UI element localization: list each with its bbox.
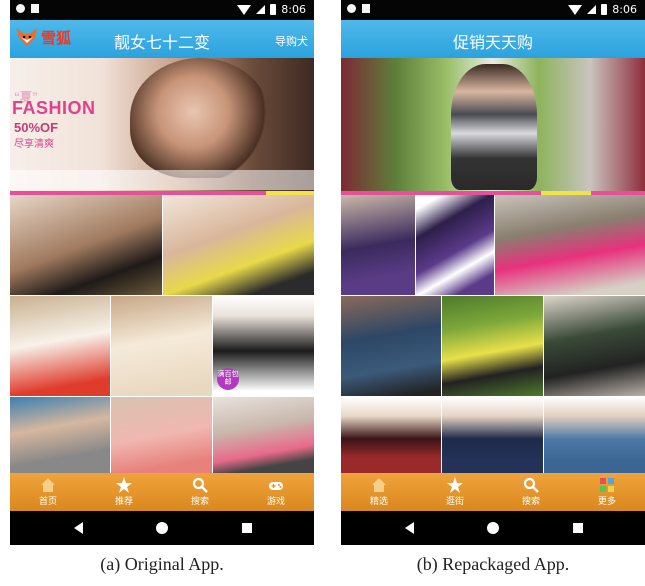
product-feed[interactable] (341, 58, 645, 473)
product-item[interactable] (111, 397, 212, 473)
product-item[interactable] (442, 296, 543, 396)
product-item[interactable] (544, 397, 645, 473)
clock: 8:06 (281, 3, 306, 16)
page-title: 靓女七十二变 (113, 35, 210, 52)
back-button[interactable] (74, 522, 83, 534)
product-item[interactable] (111, 296, 212, 396)
home-icon (41, 478, 55, 492)
clock: 8:06 (612, 3, 637, 16)
tab-label: 逛街 (445, 496, 464, 506)
product-item[interactable] (341, 397, 441, 473)
guide-link[interactable]: 导购犬 (275, 33, 308, 49)
wifi-icon (568, 4, 583, 15)
product-item[interactable] (341, 296, 441, 396)
star-icon (116, 477, 132, 493)
tab-label: 推荐 (114, 496, 133, 506)
home-icon (372, 478, 386, 492)
bottom-tab-bar: 精选 逛街 搜索 更多 (341, 473, 645, 511)
sd-card-icon (31, 4, 39, 13)
gamepad-icon (269, 482, 283, 490)
product-item[interactable] (442, 397, 543, 473)
promo-banner[interactable] (341, 58, 645, 192)
tab-label: 首页 (38, 496, 57, 506)
promo-banner[interactable]: “夏” FASHION 50%OF 尽享清爽 (10, 58, 314, 192)
product-item[interactable] (341, 195, 415, 295)
tab-more[interactable]: 更多 (569, 473, 645, 511)
tab-featured[interactable]: 精选 (341, 473, 417, 511)
bottom-tab-bar: 首页 推荐 搜索 游戏 (10, 473, 314, 511)
search-icon (523, 477, 539, 493)
tab-games[interactable]: 游戏 (238, 473, 314, 511)
app-bar: 雪狐 靓女七十二变 导购犬 (10, 20, 314, 58)
model-photo (451, 64, 537, 190)
battery-icon (270, 4, 277, 15)
home-button[interactable] (156, 522, 168, 534)
recent-apps-button[interactable] (573, 523, 583, 533)
tab-search[interactable]: 搜索 (162, 473, 238, 511)
product-item[interactable] (495, 195, 645, 295)
free-shipping-badge: 满百包邮 (217, 368, 239, 390)
tab-label: 搜索 (521, 496, 540, 506)
product-item[interactable] (163, 195, 314, 295)
tab-label: 精选 (369, 496, 388, 506)
product-item[interactable] (416, 195, 494, 295)
wifi-icon (237, 4, 252, 15)
notification-icon (347, 4, 356, 13)
caption-original: (a) Original App. (100, 554, 224, 574)
status-bar: 8:06 (341, 0, 645, 20)
tab-home[interactable]: 首页 (10, 473, 86, 511)
sd-card-icon (362, 4, 370, 13)
page-title: 促销天天购 (452, 35, 533, 52)
back-button[interactable] (405, 522, 414, 534)
tab-label: 搜索 (190, 496, 209, 506)
battery-icon (601, 4, 608, 15)
product-item[interactable] (10, 397, 110, 473)
tab-label: 游戏 (266, 496, 285, 506)
model-photo (130, 58, 270, 178)
caption-repackaged: (b) Repackaged App. (416, 554, 570, 574)
recent-apps-button[interactable] (242, 523, 252, 533)
system-nav-bar (10, 511, 314, 545)
banner-text-fashion: FASHION (12, 98, 96, 118)
product-item[interactable] (10, 296, 110, 396)
notification-icon (16, 4, 25, 13)
product-item[interactable] (10, 195, 162, 295)
tab-browse[interactable]: 逛街 (417, 473, 493, 511)
tab-label: 更多 (597, 496, 616, 506)
grid-icon (600, 478, 614, 492)
signal-icon (587, 5, 597, 14)
tab-recommend[interactable]: 推荐 (86, 473, 162, 511)
product-feed[interactable]: “夏” FASHION 50%OF 尽享清爽 满百包邮 (10, 58, 314, 473)
repackaged-app-screen: 8:06 促销天天购 精选 逛街 搜索 更多 (341, 0, 645, 545)
home-button[interactable] (487, 522, 499, 534)
banner-text-slogan: 尽享清爽 (14, 139, 54, 150)
star-icon (447, 477, 463, 493)
app-bar: 促销天天购 (341, 20, 645, 58)
banner-text-discount: 50%OF (14, 120, 59, 135)
product-item[interactable] (213, 397, 314, 473)
thumbnail-strip (10, 170, 314, 190)
status-bar: 8:06 (10, 0, 314, 20)
original-app-screen: 8:06 雪狐 靓女七十二变 导购犬 “夏” FASHION 50%OF 尽享清… (10, 0, 314, 545)
signal-icon (256, 5, 266, 14)
search-icon (192, 477, 208, 493)
system-nav-bar (341, 511, 645, 545)
tab-search[interactable]: 搜索 (493, 473, 569, 511)
product-item[interactable]: 满百包邮 (213, 296, 314, 396)
product-item[interactable] (544, 296, 645, 396)
